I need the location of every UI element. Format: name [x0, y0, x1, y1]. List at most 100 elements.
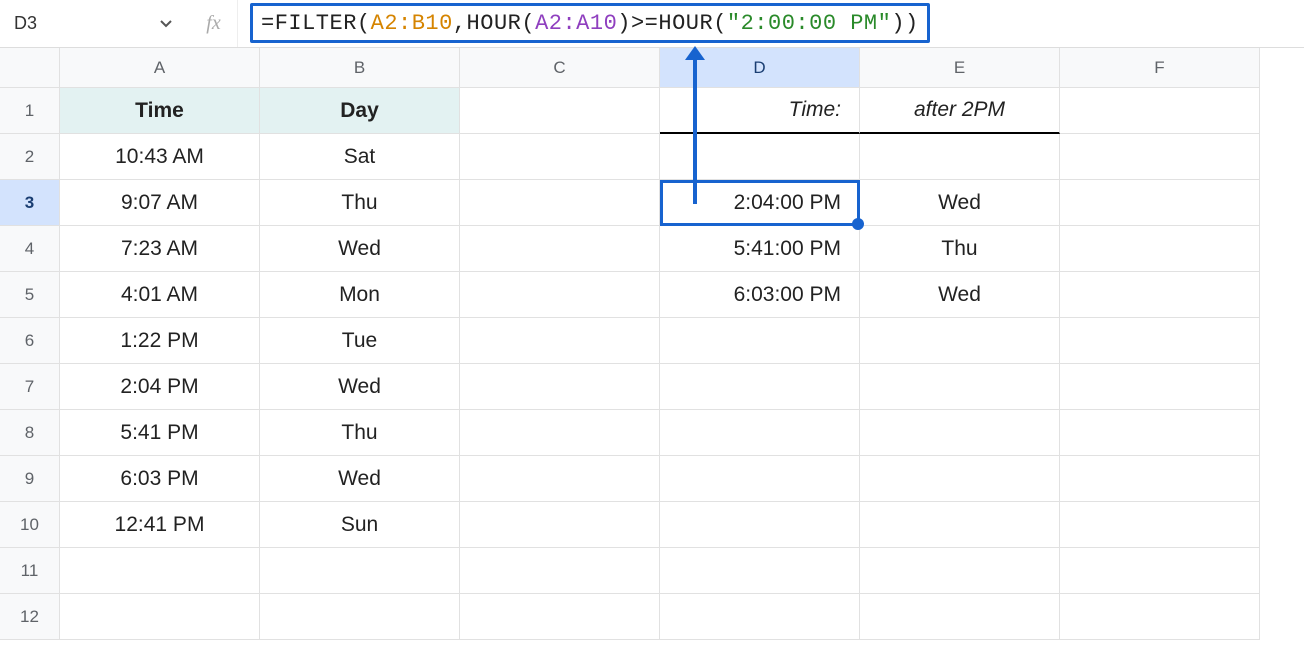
cell-E3[interactable]: Wed [860, 180, 1060, 226]
cell-C5[interactable] [460, 272, 660, 318]
row-header-9[interactable]: 9 [0, 456, 60, 502]
cell-E12[interactable] [860, 594, 1060, 640]
formula-fn-filter: FILTER [275, 11, 357, 36]
cell-B1[interactable]: Day [260, 88, 460, 134]
row-header-7[interactable]: 7 [0, 364, 60, 410]
formula-range2: A2:A10 [535, 11, 617, 36]
row-header-5[interactable]: 5 [0, 272, 60, 318]
cell-F7[interactable] [1060, 364, 1260, 410]
cell-A12[interactable] [60, 594, 260, 640]
cell-C12[interactable] [460, 594, 660, 640]
cell-E4[interactable]: Thu [860, 226, 1060, 272]
col-header-F[interactable]: F [1060, 48, 1260, 88]
cell-D4[interactable]: 5:41:00 PM [660, 226, 860, 272]
cell-B5[interactable]: Mon [260, 272, 460, 318]
col-header-C[interactable]: C [460, 48, 660, 88]
cell-F10[interactable] [1060, 502, 1260, 548]
cell-D11[interactable] [660, 548, 860, 594]
row-header-10[interactable]: 10 [0, 502, 60, 548]
cell-B11[interactable] [260, 548, 460, 594]
cell-C4[interactable] [460, 226, 660, 272]
cell-A8[interactable]: 5:41 PM [60, 410, 260, 456]
cell-C1[interactable] [460, 88, 660, 134]
cell-E9[interactable] [860, 456, 1060, 502]
cell-B2[interactable]: Sat [260, 134, 460, 180]
cell-D1[interactable]: Time: [660, 88, 860, 134]
formula-input[interactable]: =FILTER(A2:B10,HOUR(A2:A10)>=HOUR("2:00:… [238, 0, 1304, 47]
cell-A6[interactable]: 1:22 PM [60, 318, 260, 364]
select-all-corner[interactable] [0, 48, 60, 88]
cell-E10[interactable] [860, 502, 1060, 548]
row-header-4[interactable]: 4 [0, 226, 60, 272]
cell-E6[interactable] [860, 318, 1060, 364]
cell-E2[interactable] [860, 134, 1060, 180]
cell-F6[interactable] [1060, 318, 1260, 364]
cell-D9[interactable] [660, 456, 860, 502]
cell-D12[interactable] [660, 594, 860, 640]
cell-F5[interactable] [1060, 272, 1260, 318]
cell-A10[interactable]: 12:41 PM [60, 502, 260, 548]
row-header-6[interactable]: 6 [0, 318, 60, 364]
cell-D6[interactable] [660, 318, 860, 364]
cell-F2[interactable] [1060, 134, 1260, 180]
cell-E11[interactable] [860, 548, 1060, 594]
col-header-D[interactable]: D [660, 48, 860, 88]
formula-paren: ( [521, 11, 535, 36]
name-box[interactable]: D3 [0, 0, 100, 47]
row-header-1[interactable]: 1 [0, 88, 60, 134]
cell-F3[interactable] [1060, 180, 1260, 226]
cell-A1[interactable]: Time [60, 88, 260, 134]
cell-F12[interactable] [1060, 594, 1260, 640]
cell-E1[interactable]: after 2PM [860, 88, 1060, 134]
cell-B7[interactable]: Wed [260, 364, 460, 410]
row-header-12[interactable]: 12 [0, 594, 60, 640]
cell-F8[interactable] [1060, 410, 1260, 456]
row-header-11[interactable]: 11 [0, 548, 60, 594]
spreadsheet-grid[interactable]: A B C D E F 1 Time Day Time: after 2PM 2… [0, 48, 1304, 640]
cell-E5[interactable]: Wed [860, 272, 1060, 318]
cell-A7[interactable]: 2:04 PM [60, 364, 260, 410]
cell-B9[interactable]: Wed [260, 456, 460, 502]
cell-D3[interactable]: 2:04:00 PM [660, 180, 860, 226]
formula-paren: ) [617, 11, 631, 36]
formula-bar: D3 fx =FILTER(A2:B10,HOUR(A2:A10)>=HOUR(… [0, 0, 1304, 48]
cell-A4[interactable]: 7:23 AM [60, 226, 260, 272]
cell-A3[interactable]: 9:07 AM [60, 180, 260, 226]
cell-F4[interactable] [1060, 226, 1260, 272]
name-box-dropdown[interactable] [100, 0, 190, 47]
cell-C7[interactable] [460, 364, 660, 410]
cell-D5[interactable]: 6:03:00 PM [660, 272, 860, 318]
cell-B4[interactable]: Wed [260, 226, 460, 272]
cell-B8[interactable]: Thu [260, 410, 460, 456]
cell-D7[interactable] [660, 364, 860, 410]
cell-A9[interactable]: 6:03 PM [60, 456, 260, 502]
cell-F11[interactable] [1060, 548, 1260, 594]
cell-D8[interactable] [660, 410, 860, 456]
cell-C10[interactable] [460, 502, 660, 548]
cell-D10[interactable] [660, 502, 860, 548]
cell-E8[interactable] [860, 410, 1060, 456]
cell-F1[interactable] [1060, 88, 1260, 134]
col-header-A[interactable]: A [60, 48, 260, 88]
cell-B3[interactable]: Thu [260, 180, 460, 226]
cell-C8[interactable] [460, 410, 660, 456]
row-header-8[interactable]: 8 [0, 410, 60, 456]
cell-A11[interactable] [60, 548, 260, 594]
cell-B6[interactable]: Tue [260, 318, 460, 364]
cell-A5[interactable]: 4:01 AM [60, 272, 260, 318]
cell-A2[interactable]: 10:43 AM [60, 134, 260, 180]
cell-B12[interactable] [260, 594, 460, 640]
cell-C3[interactable] [460, 180, 660, 226]
col-header-B[interactable]: B [260, 48, 460, 88]
cell-E7[interactable] [860, 364, 1060, 410]
row-header-3[interactable]: 3 [0, 180, 60, 226]
row-header-2[interactable]: 2 [0, 134, 60, 180]
cell-C9[interactable] [460, 456, 660, 502]
col-header-E[interactable]: E [860, 48, 1060, 88]
cell-F9[interactable] [1060, 456, 1260, 502]
cell-C6[interactable] [460, 318, 660, 364]
cell-B10[interactable]: Sun [260, 502, 460, 548]
cell-C2[interactable] [460, 134, 660, 180]
cell-D2[interactable] [660, 134, 860, 180]
cell-C11[interactable] [460, 548, 660, 594]
